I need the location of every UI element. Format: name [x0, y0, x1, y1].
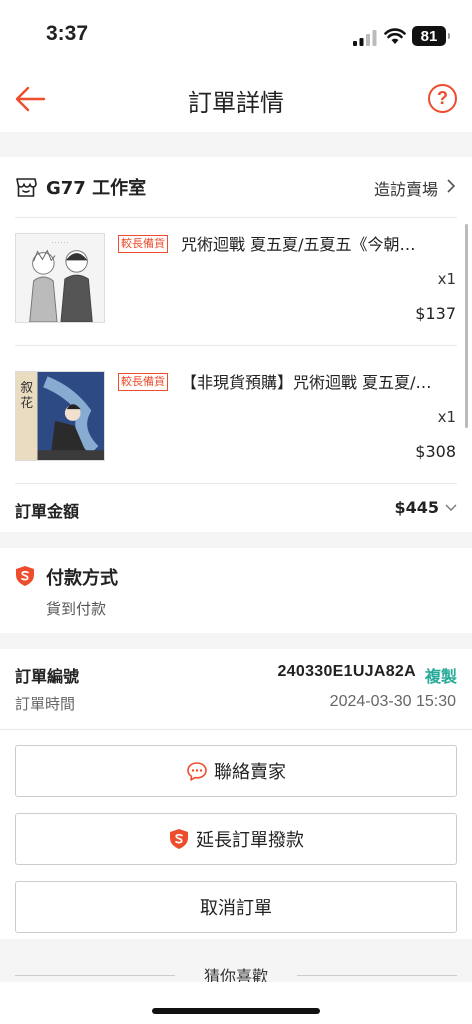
- contact-seller-button[interactable]: 聯絡賣家: [15, 745, 457, 797]
- svg-text:叙: 叙: [20, 380, 33, 395]
- shop-name: G77 工作室: [46, 178, 147, 199]
- chevron-down-icon: [445, 504, 457, 511]
- product-name: 咒術迴戰 夏五夏/五夏五《今朝…: [181, 235, 416, 254]
- payment-card: 付款方式 貨到付款: [0, 548, 472, 633]
- product-name: 【非現貨預購】咒術迴戰 夏五夏/…: [181, 373, 432, 392]
- payment-title: 付款方式: [46, 568, 118, 589]
- divider: [0, 729, 472, 730]
- product-quantity: x1: [437, 408, 456, 426]
- product-item[interactable]: 叙 花 較長備貨 【非現貨預購】咒術迴戰 夏五夏/… x1 $308: [0, 355, 472, 485]
- order-time: 2024-03-30 15:30: [329, 693, 456, 710]
- status-bar: 3:37 81: [0, 0, 472, 70]
- cancel-order-button[interactable]: 取消訂單: [15, 881, 457, 933]
- extend-payout-button[interactable]: 延長訂單撥款: [15, 813, 457, 865]
- product-price: $137: [415, 304, 456, 323]
- contact-seller-label: 聯絡賣家: [214, 762, 286, 783]
- order-number-label: 訂單編號: [15, 667, 80, 686]
- shop-card: G77 工作室 造訪賣場 · · · · · · 較長備貨 咒術迴戰 夏五夏/五…: [0, 157, 472, 532]
- page-title: 訂單詳情: [188, 89, 284, 117]
- order-total-label: 訂單金額: [15, 502, 80, 521]
- stock-badge: 較長備貨: [118, 373, 168, 391]
- scrollbar[interactable]: [465, 224, 468, 428]
- product-quantity: x1: [437, 270, 456, 288]
- product-item[interactable]: · · · · · · 較長備貨 咒術迴戰 夏五夏/五夏五《今朝… x1 $13…: [0, 217, 472, 347]
- product-price: $308: [415, 442, 456, 461]
- battery-indicator: 81: [412, 26, 450, 46]
- shield-icon: [170, 829, 188, 849]
- copy-button[interactable]: 複製: [425, 663, 457, 687]
- shield-icon: [16, 566, 34, 586]
- help-icon[interactable]: ?: [428, 84, 457, 113]
- home-indicator[interactable]: [152, 1008, 320, 1014]
- svg-text:· · · · · ·: · · · · · ·: [51, 240, 68, 246]
- status-time: 3:37: [46, 22, 89, 45]
- divider: [297, 975, 457, 976]
- shop-header[interactable]: G77 工作室 造訪賣場: [0, 157, 472, 217]
- product-thumbnail: · · · · · ·: [15, 233, 105, 323]
- visit-shop-link[interactable]: 造訪賣場: [374, 176, 438, 200]
- cellular-signal-icon: [353, 30, 377, 46]
- order-total-row[interactable]: 訂單金額 $445: [0, 483, 472, 532]
- divider: [15, 345, 457, 346]
- wifi-icon: [384, 28, 406, 44]
- order-info-card: 訂單編號 240330E1UJA82A 複製 訂單時間 2024-03-30 1…: [0, 649, 472, 939]
- extend-payout-label: 延長訂單撥款: [196, 830, 304, 851]
- chevron-right-icon: [447, 179, 456, 193]
- order-number: 240330E1UJA82A: [277, 663, 416, 680]
- nav-bar: 訂單詳情 ?: [0, 70, 472, 132]
- svg-text:花: 花: [20, 395, 33, 410]
- cancel-order-label: 取消訂單: [200, 898, 272, 919]
- shop-icon: [16, 178, 37, 197]
- chat-icon: [187, 762, 207, 781]
- stock-badge: 較長備貨: [118, 235, 168, 253]
- product-thumbnail: 叙 花: [15, 371, 105, 461]
- order-total-value: $445: [394, 498, 439, 517]
- bottom-area: [0, 982, 472, 1024]
- order-time-label: 訂單時間: [15, 695, 76, 713]
- payment-method: 貨到付款: [46, 600, 107, 618]
